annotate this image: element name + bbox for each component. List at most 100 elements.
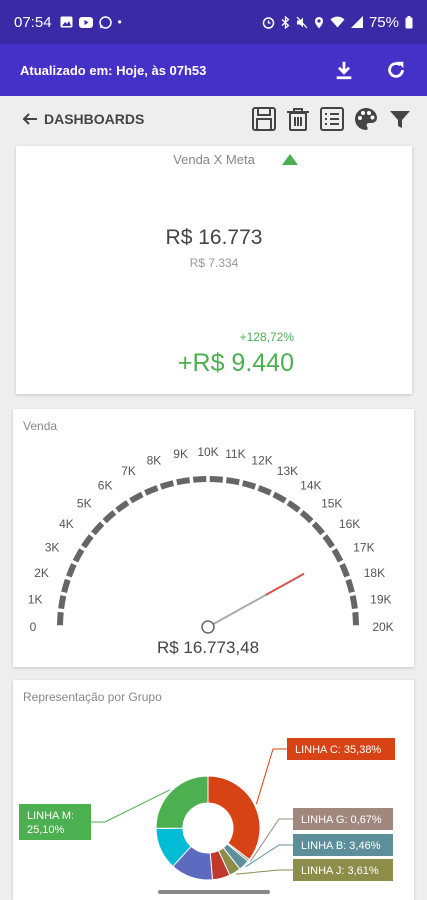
difference-value: +R$ 9.440 <box>177 349 294 377</box>
gauge-tick-label: 9K <box>173 447 188 461</box>
gauge-arc-segment <box>61 578 71 594</box>
gauge-tick-label: 11K <box>225 447 245 461</box>
gauge-arc-segment <box>241 480 257 490</box>
gauge-arc-segment <box>81 534 94 549</box>
donut-chart: LINHA C: 35,38% LINHA G: 0,67% LINHA B: 3,… <box>19 738 395 881</box>
whatsapp-icon <box>98 15 112 29</box>
back-label: DASHBOARDS <box>44 111 145 127</box>
percent-change: +128,72% <box>239 330 294 344</box>
gauge-arc-segment <box>91 521 105 536</box>
target-value: R$ 7.334 <box>189 256 239 270</box>
gauge-tick-label: 19K <box>370 593 391 607</box>
gauge-tick-label: 4K <box>59 517 74 531</box>
refresh-icon[interactable] <box>385 59 407 81</box>
donut-slice-label: 25,10% <box>27 824 65 836</box>
group-share-card[interactable]: Representação por Grupo LINHA C: 35,38% L… <box>13 680 414 900</box>
gauge-arc-segment <box>286 500 301 513</box>
mute-icon <box>296 16 308 28</box>
status-time: 07:54 <box>14 13 52 31</box>
gauge-tick-label: 20K <box>372 620 393 634</box>
sales-vs-target-card[interactable]: Venda X Meta R$ 16.773 R$ 7.334 +128,72%… <box>16 146 412 394</box>
gauge-tick-label: 13K <box>277 464 298 478</box>
gauge-tick-label: 1K <box>28 593 43 607</box>
gauge-tick-label: 0 <box>30 620 37 634</box>
updated-label: Atualizado em: Hoje, às 07h53 <box>20 62 207 78</box>
bluetooth-icon <box>281 15 290 29</box>
gauge-arc-segment <box>176 477 191 486</box>
location-icon <box>314 16 323 28</box>
sales-gauge-card[interactable]: Venda 0 1K 2K 3K 4K 5K 6K 7K 8K 9K 10K 11K 12K 13K 14K… <box>13 409 414 667</box>
image-icon <box>60 16 73 28</box>
donut-slice[interactable] <box>155 775 209 829</box>
donut-slice-label: LINHA C: 35,38% <box>295 744 381 756</box>
gauge-arc-segment <box>322 534 335 549</box>
gauge-arc-segment <box>339 563 350 578</box>
back-button[interactable]: DASHBOARDS <box>22 111 144 127</box>
donut-slice[interactable] <box>207 775 261 861</box>
gauge-arc-segment <box>129 491 144 504</box>
signal-icon <box>350 16 363 28</box>
gauge-pivot <box>201 620 215 634</box>
trash-icon[interactable] <box>285 106 311 132</box>
donut-slice-label: LINHA M: <box>27 810 74 822</box>
gauge-arc-segment <box>349 595 358 610</box>
gauge-arc-segment <box>66 563 77 578</box>
donut-slice-label: LINHA B: 3,46% <box>301 840 381 852</box>
gauge-tick-label: 8K <box>147 454 162 468</box>
arrow-left-icon <box>22 113 37 125</box>
gauge-arc-segment <box>192 476 207 483</box>
battery-percent: 75% <box>368 13 399 31</box>
gauge-tick-label: 10K <box>197 445 218 459</box>
donut-leader-line <box>255 748 287 805</box>
gauge-tick-label: 3K <box>45 541 60 555</box>
gauge-arc-segment <box>345 578 355 594</box>
download-icon[interactable] <box>333 59 355 81</box>
list-icon[interactable] <box>319 106 345 132</box>
up-triangle-icon <box>282 154 298 165</box>
gauge-arc-segment <box>209 476 224 483</box>
gauge-tick-label: 15K <box>321 496 342 510</box>
gauge-arc-segment <box>115 500 130 513</box>
app-bar: Atualizado em: Hoje, às 07h53 <box>0 44 427 96</box>
status-bar: 07:54 • 75% <box>0 0 427 44</box>
gauge-arc-segment <box>257 485 272 496</box>
battery-icon <box>405 15 413 28</box>
gauge-arc-segment <box>57 611 64 626</box>
gauge-arc-segment <box>159 480 175 490</box>
youtube-icon <box>78 16 93 28</box>
gauge-needle-base <box>212 594 267 625</box>
card-title: Venda X Meta <box>173 152 255 167</box>
gauge-tick-label: 2K <box>34 566 49 580</box>
gauge-tick-label: 6K <box>98 478 113 492</box>
gauge-arc-segment <box>311 521 325 536</box>
gauge-arc-segment <box>299 510 314 524</box>
donut-slice-label: LINHA J: 3,61% <box>301 865 379 877</box>
gauge-arc-segment <box>102 510 117 524</box>
gauge-tick-label: 12K <box>251 454 272 468</box>
gauge-arc-segment <box>272 491 287 504</box>
gauge-value-label: R$ 16.773,48 <box>157 638 259 657</box>
dashboard-toolbar: DASHBOARDS <box>0 96 427 142</box>
alarm-icon <box>262 16 275 29</box>
gauge-arc-segment <box>352 611 359 626</box>
sales-value: R$ 16.773 <box>165 226 263 249</box>
gauge-arc-segment <box>331 548 344 563</box>
donut-leader-line <box>236 869 293 875</box>
gauge-arc-segment <box>72 548 85 563</box>
gauge-tick-label: 16K <box>339 517 360 531</box>
gauge-chart: 0 1K 2K 3K 4K5K 6K 7K 8K 9K 10K 11K 12K 13K14K15K 16K… <box>28 445 394 657</box>
save-icon[interactable] <box>251 106 277 132</box>
gauge-arc-segment <box>144 485 159 496</box>
wifi-icon <box>330 16 345 28</box>
gauge-tick-label: 17K <box>353 541 374 555</box>
gauge-arc-segment <box>58 595 67 610</box>
palette-icon[interactable] <box>353 106 379 132</box>
nav-handle[interactable] <box>158 890 270 894</box>
gauge-arc-segment <box>225 477 240 486</box>
gauge-tick-label: 5K <box>77 496 92 510</box>
dot-icon: • <box>117 15 122 29</box>
donut-slice-label: LINHA G: 0,67% <box>301 814 382 826</box>
filter-icon[interactable] <box>387 106 413 132</box>
gauge-needle <box>265 572 305 596</box>
gauge-tick-label: 14K <box>300 478 321 492</box>
